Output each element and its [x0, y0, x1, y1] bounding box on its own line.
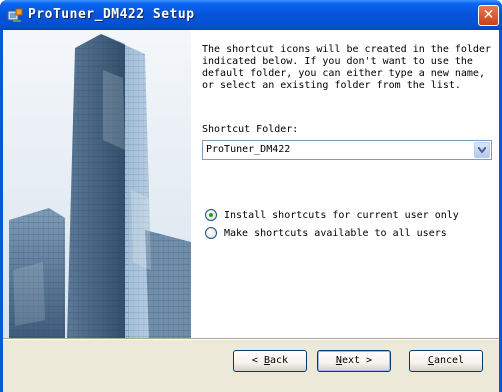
- footer-separator: [3, 338, 499, 340]
- back-button-prefix: <: [251, 355, 264, 366]
- radio-all-users-row[interactable]: Make shortcuts available to all users: [205, 226, 447, 240]
- intro-text: The shortcut icons will be created in th…: [202, 44, 491, 91]
- skyscraper-illustration: [3, 30, 191, 338]
- close-button[interactable]: ✕: [478, 5, 499, 26]
- shortcut-folder-label: Shortcut Folder:: [202, 124, 299, 135]
- cancel-button[interactable]: Cancel: [409, 350, 483, 372]
- shortcut-folder-value[interactable]: ProTuner_DM422: [206, 144, 290, 155]
- chevron-down-icon: [478, 147, 486, 153]
- radio-current-user[interactable]: [205, 209, 217, 221]
- next-button[interactable]: Next >: [317, 350, 391, 372]
- radio-all-users[interactable]: [205, 227, 217, 239]
- content-panel: The shortcut icons will be created in th…: [191, 30, 499, 338]
- shortcut-folder-combobox[interactable]: ProTuner_DM422: [202, 140, 492, 160]
- next-button-label: ext: [341, 355, 361, 366]
- next-button-suffix: >: [360, 355, 373, 366]
- title-bar[interactable]: ProTuner_DM422 Setup ✕: [0, 0, 502, 30]
- installer-icon: [7, 8, 23, 22]
- dropdown-button[interactable]: [474, 142, 490, 158]
- radio-current-user-row[interactable]: Install shortcuts for current user only: [205, 208, 459, 222]
- back-button[interactable]: < Back: [233, 350, 307, 372]
- dialog-client: The shortcut icons will be created in th…: [3, 30, 499, 392]
- setup-window: ProTuner_DM422 Setup ✕ The shortcut icon…: [0, 0, 502, 392]
- radio-all-users-label[interactable]: Make shortcuts available to all users: [224, 228, 447, 239]
- back-button-label: ack: [270, 355, 289, 366]
- side-banner-image: [3, 30, 191, 338]
- window-title: ProTuner_DM422 Setup: [28, 7, 195, 22]
- radio-current-user-label[interactable]: Install shortcuts for current user only: [224, 210, 459, 221]
- cancel-button-label: ancel: [433, 355, 465, 366]
